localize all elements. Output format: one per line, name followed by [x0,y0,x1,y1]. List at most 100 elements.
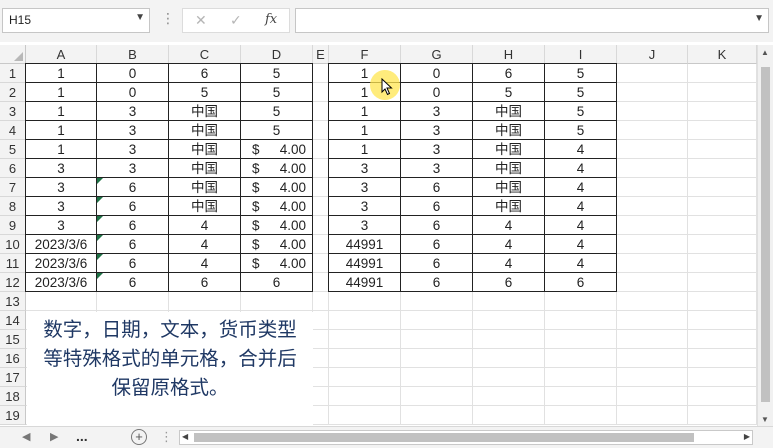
table-cell[interactable]: 6 [97,254,169,273]
table-cell[interactable]: 1 [328,102,401,121]
table-cell[interactable]: 中国 [169,178,241,197]
table-cell[interactable]: 1 [328,140,401,159]
row-header-1[interactable]: 1 [0,64,26,83]
column-header-g[interactable]: G [401,45,473,64]
column-header-h[interactable]: H [473,45,545,64]
table-cell[interactable]: 5 [473,83,545,102]
column-header-a[interactable]: A [26,45,97,64]
table-cell[interactable]: $4.00 [241,216,313,235]
note-textbox[interactable]: 数字，日期，文本，货币类型 等特殊格式的单元格，合并后 保留原格式。 [27,312,313,426]
table-cell[interactable]: 2023/3/6 [25,273,97,292]
table-cell[interactable]: 5 [545,102,617,121]
scroll-left-icon[interactable]: ◀ [182,432,188,441]
column-header-c[interactable]: C [169,45,241,64]
expand-formula-bar-icon[interactable]: ▼ [754,13,764,24]
column-header-j[interactable]: J [617,45,688,64]
row-header-14[interactable]: 14 [0,311,26,330]
table-cell[interactable]: 中国 [169,140,241,159]
table-cell[interactable]: 6 [97,235,169,254]
table-cell[interactable]: 1 [25,121,97,140]
table-cell[interactable]: 6 [97,197,169,216]
table-cell[interactable]: 4 [545,159,617,178]
row-header-6[interactable]: 6 [0,159,26,178]
table-cell[interactable]: 1 [25,63,97,83]
scroll-right-icon[interactable]: ▶ [744,432,750,441]
table-cell[interactable]: 3 [401,121,473,140]
row-header-8[interactable]: 8 [0,197,26,216]
column-header-b[interactable]: B [97,45,169,64]
row-header-2[interactable]: 2 [0,83,26,102]
table-cell[interactable]: 6 [97,178,169,197]
tab-splitter-icon[interactable]: ⋮ [160,429,173,445]
table-cell[interactable]: 0 [401,83,473,102]
vertical-scrollbar[interactable]: ▲ ▼ [757,45,773,426]
row-header-3[interactable]: 3 [0,102,26,121]
table-cell[interactable]: 6 [401,197,473,216]
table-cell[interactable]: 4 [473,254,545,273]
table-cell[interactable]: 5 [241,83,313,102]
table-cell[interactable]: 0 [401,63,473,83]
table-cell[interactable]: 4 [545,216,617,235]
row-header-4[interactable]: 4 [0,121,26,140]
vertical-scroll-thumb[interactable] [761,67,770,402]
name-box-dropdown-icon[interactable]: ▼ [135,12,145,23]
row-header-10[interactable]: 10 [0,235,26,254]
prev-sheet-icon[interactable]: ◀ [22,430,30,443]
table-cell[interactable]: $4.00 [241,254,313,273]
column-header-d[interactable]: D [241,45,313,64]
table-cell[interactable]: 3 [401,102,473,121]
row-header-12[interactable]: 12 [0,273,26,292]
enter-icon[interactable]: ✓ [230,12,242,29]
table-cell[interactable]: 中国 [473,121,545,140]
table-cell[interactable]: 3 [328,216,401,235]
table-cell[interactable]: 5 [545,83,617,102]
table-cell[interactable]: 4 [169,216,241,235]
table-cell[interactable]: 5 [545,121,617,140]
table-cell[interactable]: 1 [25,140,97,159]
table-cell[interactable]: 5 [241,121,313,140]
table-cell[interactable]: 3 [25,178,97,197]
row-header-17[interactable]: 17 [0,368,26,387]
table-cell[interactable]: 中国 [473,159,545,178]
table-cell[interactable]: 6 [401,216,473,235]
more-options-icon[interactable]: ⋮ [161,10,175,27]
row-header-9[interactable]: 9 [0,216,26,235]
table-cell[interactable]: 4 [473,235,545,254]
table-cell[interactable]: 中国 [169,197,241,216]
table-cell[interactable]: 6 [401,254,473,273]
table-cell[interactable]: 3 [401,159,473,178]
table-cell[interactable]: 3 [25,197,97,216]
table-cell[interactable]: $4.00 [241,235,313,254]
table-cell[interactable]: 3 [97,159,169,178]
table-cell[interactable]: 1 [328,121,401,140]
table-cell[interactable]: 4 [545,140,617,159]
table-cell[interactable]: 中国 [169,102,241,121]
error-indicator-icon[interactable] [97,254,103,260]
column-header-f[interactable]: F [329,45,401,64]
table-cell[interactable]: 4 [545,235,617,254]
row-header-5[interactable]: 5 [0,140,26,159]
horizontal-scroll-thumb[interactable] [194,433,694,442]
error-indicator-icon[interactable] [97,197,103,203]
table-cell[interactable]: 4 [545,178,617,197]
table-cell[interactable]: 6 [241,273,313,292]
table-cell[interactable]: 5 [169,83,241,102]
table-cell[interactable]: $4.00 [241,197,313,216]
table-cell[interactable]: 中国 [473,102,545,121]
table-cell[interactable]: 中国 [169,159,241,178]
table-cell[interactable]: 6 [545,273,617,292]
error-indicator-icon[interactable] [97,273,103,279]
row-header-19[interactable]: 19 [0,406,26,425]
table-cell[interactable]: 44991 [328,273,401,292]
row-header-11[interactable]: 11 [0,254,26,273]
table-cell[interactable]: 3 [401,140,473,159]
table-cell[interactable]: 4 [545,197,617,216]
table-cell[interactable]: 4 [169,235,241,254]
row-header-15[interactable]: 15 [0,330,26,349]
table-cell[interactable]: 1 [25,102,97,121]
spreadsheet-grid[interactable]: A B C D E F G H I J K 1 2 3 4 5 6 7 8 9 10 11 12 13 14 15 16 17 18 19… [0,45,773,426]
error-indicator-icon[interactable] [97,235,103,241]
column-header-i[interactable]: I [545,45,617,64]
table-cell[interactable]: 5 [241,63,313,83]
insert-function-icon[interactable]: fx [265,12,277,27]
